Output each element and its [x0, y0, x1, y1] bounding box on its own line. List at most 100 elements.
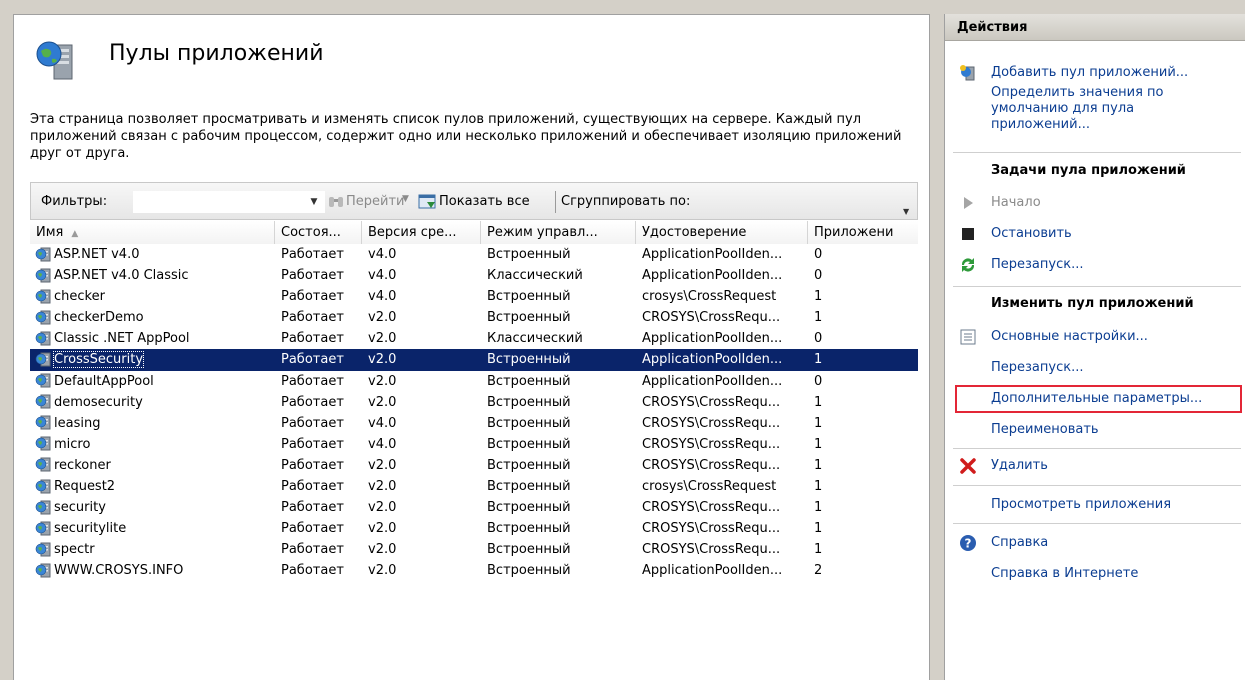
- cell-applications: 1: [814, 521, 823, 537]
- pool-tasks-section-title: Задачи пула приложений: [991, 163, 1186, 178]
- cell-name: CrossSecurity: [30, 349, 275, 370]
- table-row[interactable]: leasing Работает v4.0 Встроенный CROSYS\Cros…: [30, 413, 918, 434]
- cell-name: securitylite: [30, 518, 275, 539]
- start-icon: [964, 197, 973, 209]
- cell-status: Работает: [281, 457, 344, 473]
- cell-name: Classic .NET AppPool: [30, 328, 275, 349]
- basic-settings-link[interactable]: Основные настройки...: [991, 329, 1148, 345]
- app-pool-icon: [35, 310, 51, 325]
- help-link[interactable]: Справка: [991, 535, 1048, 551]
- cell-applications: 0: [814, 331, 823, 347]
- actions-header: Действия: [945, 14, 1245, 41]
- cell-name: Request2: [30, 476, 275, 497]
- cell-name: ASP.NET v4.0 Classic: [30, 265, 275, 286]
- filter-input[interactable]: [133, 191, 325, 213]
- advanced-settings-link[interactable]: Дополнительные параметры...: [991, 391, 1202, 407]
- table-row[interactable]: checker Работает v4.0 Встроенный crosys\Cros…: [30, 286, 918, 307]
- svg-text:?: ?: [965, 537, 972, 551]
- cell-identity: CROSYS\CrossRequ...: [642, 436, 781, 452]
- filter-dropdown-icon[interactable]: ▼: [307, 192, 321, 212]
- set-pool-defaults-link[interactable]: Определить значения по умолчанию для пул…: [991, 85, 1231, 133]
- show-all-button[interactable]: Показать все: [439, 194, 530, 209]
- sort-ascending-icon: ▲: [71, 229, 79, 239]
- recycling-settings-link[interactable]: Перезапуск...: [991, 360, 1084, 376]
- column-header-runtime-version[interactable]: Версия сре...: [362, 221, 481, 244]
- table-row[interactable]: ASP.NET v4.0 Работает v4.0 Встроенный Applic…: [30, 244, 918, 265]
- recycle-link[interactable]: Перезапуск...: [991, 257, 1084, 273]
- go-button[interactable]: Перейти: [346, 194, 405, 209]
- cell-applications: 1: [814, 289, 823, 305]
- app-pool-icon: [35, 289, 51, 304]
- table-row[interactable]: reckoner Работает v2.0 Встроенный CROSYS\Cro…: [30, 455, 918, 476]
- table-row[interactable]: CrossSecurity Работает v2.0 Встроенный Appli…: [30, 349, 918, 371]
- start-link[interactable]: Начало: [991, 195, 1041, 211]
- cell-identity: crosys\CrossRequest: [642, 289, 777, 305]
- rename-link[interactable]: Переименовать: [991, 422, 1099, 438]
- table-row[interactable]: demosecurity Работает v2.0 Встроенный CROSYS…: [30, 392, 918, 413]
- cell-runtime-version: v2.0: [368, 373, 397, 389]
- binoculars-icon: [329, 197, 343, 207]
- add-pool-link[interactable]: Добавить пул приложений...: [991, 65, 1188, 81]
- table-row[interactable]: WWW.CROSYS.INFO Работает v2.0 Встроенный App…: [30, 560, 918, 581]
- column-header-status[interactable]: Состоя...: [275, 221, 362, 244]
- actions-divider: [953, 523, 1241, 524]
- app-pool-icon: [35, 247, 51, 261]
- column-header-applications[interactable]: Приложени: [808, 221, 918, 244]
- table-row[interactable]: micro Работает v4.0 Встроенный CROSYS\CrossR…: [30, 434, 918, 455]
- actions-divider: [953, 485, 1241, 486]
- cell-pipeline-mode: Встроенный: [487, 457, 571, 473]
- cell-applications: 1: [814, 457, 823, 473]
- table-row[interactable]: Request2 Работает v2.0 Встроенный crosys\Cro…: [30, 476, 918, 497]
- column-header-name[interactable]: Имя ▲: [30, 221, 275, 244]
- stop-link[interactable]: Остановить: [991, 226, 1072, 242]
- cell-applications: 1: [814, 500, 823, 516]
- group-by-button[interactable]: Сгруппировать по:: [561, 194, 690, 209]
- column-header-identity[interactable]: Удостоверение: [636, 221, 808, 244]
- app-pool-icon: [35, 521, 51, 536]
- filter-toolbar: Фильтры: ▼ Перейти ▼ Показать все Сгрупп…: [30, 182, 918, 220]
- app-pools-globe-server-icon: [36, 41, 73, 80]
- edit-pool-section-title: Изменить пул приложений: [991, 296, 1194, 311]
- cell-runtime-version: v2.0: [368, 500, 397, 516]
- toolbar-separator: [555, 191, 556, 213]
- delete-link[interactable]: Удалить: [991, 458, 1048, 474]
- cell-identity: ApplicationPoolIden...: [642, 373, 783, 389]
- go-dropdown-icon[interactable]: ▼: [402, 194, 409, 204]
- table-row[interactable]: security Работает v2.0 Встроенный CROSYS\Cro…: [30, 497, 918, 518]
- cell-runtime-version: v2.0: [368, 457, 397, 473]
- cell-name: reckoner: [30, 455, 275, 476]
- add-pool-icon: [960, 65, 975, 81]
- cell-runtime-version: v2.0: [368, 479, 397, 495]
- cell-applications: 1: [814, 415, 823, 431]
- main-panel: Пулы приложений Эта страница позволяет п…: [13, 14, 930, 680]
- filter-label: Фильтры:: [41, 194, 108, 209]
- table-row[interactable]: securitylite Работает v2.0 Встроенный CROSYS…: [30, 518, 918, 539]
- online-help-link[interactable]: Справка в Интернете: [991, 566, 1138, 582]
- cell-runtime-version: v4.0: [368, 415, 397, 431]
- table-row[interactable]: ASP.NET v4.0 Classic Работает v4.0 Классиче…: [30, 265, 918, 286]
- table-row[interactable]: Classic .NET AppPool Работает v2.0 Классиче…: [30, 328, 918, 349]
- cell-applications: 2: [814, 563, 823, 579]
- actions-divider: [953, 152, 1241, 153]
- cell-status: Работает: [281, 310, 344, 326]
- cell-status: Работает: [281, 373, 344, 389]
- toolbar-overflow-icon[interactable]: ▼: [903, 207, 913, 216]
- cell-identity: CROSYS\CrossRequ...: [642, 457, 781, 473]
- cell-status: Работает: [281, 479, 344, 495]
- table-row[interactable]: DefaultAppPool Работает v2.0 Встроенный Appl…: [30, 371, 918, 392]
- app-pool-icon: [35, 563, 51, 578]
- view-applications-link[interactable]: Просмотреть приложения: [991, 497, 1171, 513]
- app-pool-icon: [35, 479, 51, 494]
- cell-runtime-version: v2.0: [368, 352, 397, 368]
- cell-runtime-version: v4.0: [368, 436, 397, 452]
- column-header-pipeline-mode[interactable]: Режим управл...: [481, 221, 636, 244]
- cell-name: demosecurity: [30, 392, 275, 413]
- cell-pipeline-mode: Встроенный: [487, 310, 571, 326]
- help-icon: ?: [960, 535, 976, 551]
- table-row[interactable]: checkerDemo Работает v2.0 Встроенный CROSYS\…: [30, 307, 918, 328]
- app-pool-icon: [35, 352, 51, 367]
- app-pools-table: Имя ▲ Состоя... Версия сре... Режим управ…: [30, 221, 918, 582]
- cell-status: Работает: [281, 521, 344, 537]
- actions-panel: Действия Добавить пул приложений... Опре…: [944, 14, 1245, 680]
- table-row[interactable]: spectr Работает v2.0 Встроенный CROSYS\Cross…: [30, 539, 918, 560]
